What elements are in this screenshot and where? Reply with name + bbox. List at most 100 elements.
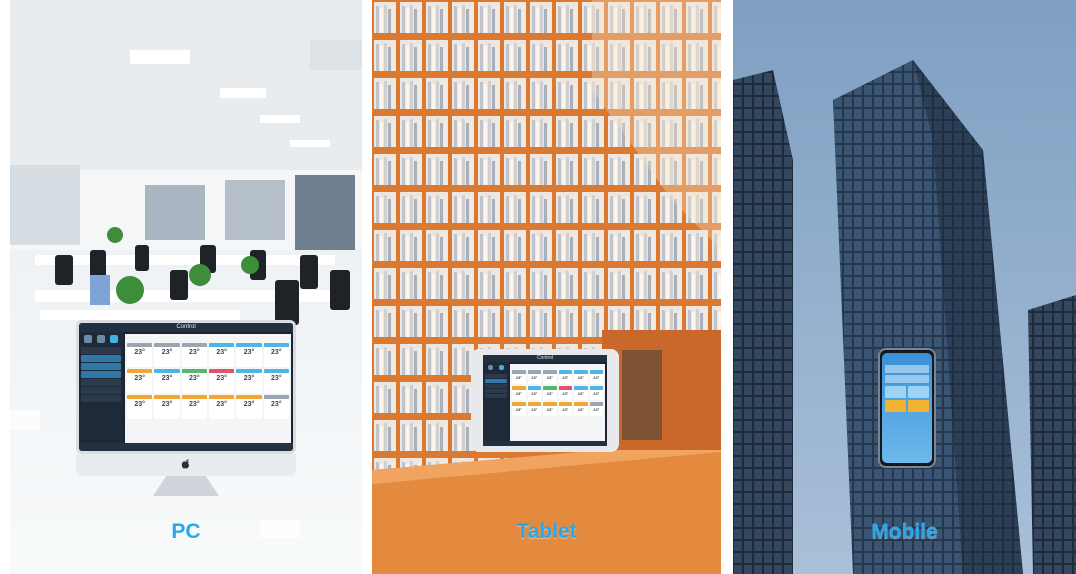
- tablet-panel: Control 23° 23° 23° 23° 23° 23° 23° 23° 23° 23° 23…: [372, 0, 721, 574]
- unit-tile[interactable]: 23°: [236, 343, 262, 367]
- unit-tile[interactable]: 23°: [543, 370, 557, 384]
- unit-temperature: 23°: [593, 375, 600, 380]
- phone-unit-card[interactable]: [908, 400, 929, 412]
- unit-tile[interactable]: 23°: [558, 370, 572, 384]
- unit-temperature: 23°: [271, 349, 282, 356]
- sidebar-item[interactable]: [81, 347, 121, 354]
- unit-tile[interactable]: 23°: [574, 386, 588, 400]
- unit-tile[interactable]: 23°: [543, 402, 557, 416]
- unit-tile[interactable]: 23°: [574, 370, 588, 384]
- phone-unit-card[interactable]: [908, 386, 929, 398]
- unit-temperature: 23°: [562, 407, 569, 412]
- home-icon[interactable]: [488, 365, 493, 370]
- sidebar-item[interactable]: [485, 384, 507, 388]
- sidebar-icon-row: [483, 362, 509, 373]
- sidebar-item[interactable]: [81, 379, 121, 386]
- unit-tile[interactable]: 23°: [181, 343, 207, 367]
- sidebar-icon-row: [79, 332, 123, 346]
- unit-tile[interactable]: 23°: [527, 402, 541, 416]
- sidebar-item[interactable]: [485, 389, 507, 393]
- unit-tile[interactable]: 23°: [543, 386, 557, 400]
- unit-temperature: 23°: [189, 375, 200, 382]
- panel-caption: PC: [171, 520, 201, 543]
- unit-temperature: 23°: [271, 401, 282, 408]
- app-title: Control: [79, 323, 293, 332]
- share-icon[interactable]: [96, 335, 105, 343]
- panel-caption: Tablet: [516, 520, 577, 543]
- unit-tile[interactable]: 23°: [181, 369, 207, 393]
- unit-temperature: 23°: [216, 349, 227, 356]
- device-icon[interactable]: [110, 335, 119, 343]
- unit-tile[interactable]: 23°: [527, 386, 541, 400]
- unit-tile[interactable]: 23°: [589, 386, 603, 400]
- home-icon[interactable]: [83, 335, 92, 343]
- phone-card-grid: [885, 386, 929, 412]
- unit-temperature: 23°: [577, 375, 584, 380]
- unit-tile[interactable]: 23°: [512, 370, 526, 384]
- unit-tile[interactable]: 23°: [558, 386, 572, 400]
- unit-tile[interactable]: 23°: [154, 369, 180, 393]
- unit-tile[interactable]: 23°: [209, 369, 235, 393]
- unit-tile[interactable]: 23°: [589, 370, 603, 384]
- unit-temperature: 23°: [134, 401, 145, 408]
- library-photo: [372, 0, 721, 574]
- unit-tile[interactable]: 23°: [263, 343, 289, 367]
- unit-temperature: 23°: [515, 391, 522, 396]
- phone-list-row[interactable]: [885, 375, 929, 383]
- pc-panel: Control 23° 23° 23° 23° 23° 23° 23° 23° 23° 23° 23…: [10, 0, 362, 574]
- app-title: Control: [483, 355, 607, 362]
- phone-list-row[interactable]: [885, 365, 929, 373]
- sidebar-item[interactable]: [81, 387, 121, 394]
- phone-device: [878, 348, 936, 468]
- sidebar-item[interactable]: [485, 374, 507, 378]
- unit-temperature: 23°: [562, 391, 569, 396]
- unit-tile[interactable]: 23°: [263, 395, 289, 419]
- unit-temperature: 23°: [161, 401, 173, 408]
- unit-tile[interactable]: 23°: [209, 395, 235, 419]
- panel-caption: Mobile: [871, 520, 938, 543]
- tablet-device: Control 23° 23° 23° 23° 23° 23° 23° 23° 23° 23° 23…: [471, 349, 619, 452]
- unit-temperature: 23°: [134, 375, 145, 382]
- unit-tile[interactable]: 23°: [127, 343, 153, 367]
- unit-tile[interactable]: 23°: [558, 402, 572, 416]
- unit-tile[interactable]: 23°: [127, 395, 153, 419]
- unit-temperature: 23°: [546, 375, 553, 380]
- unit-tile[interactable]: 23°: [527, 370, 541, 384]
- sidebar-item[interactable]: [81, 395, 121, 402]
- unit-tile[interactable]: 23°: [127, 369, 153, 393]
- app-sidebar: [79, 332, 123, 443]
- unit-temperature: 23°: [593, 391, 600, 396]
- phone-unit-card[interactable]: [885, 400, 906, 412]
- unit-tile[interactable]: 23°: [512, 402, 526, 416]
- unit-tile[interactable]: 23°: [181, 395, 207, 419]
- unit-tile[interactable]: 23°: [512, 386, 526, 400]
- sidebar-item[interactable]: [81, 371, 121, 378]
- unit-tile[interactable]: 23°: [574, 402, 588, 416]
- device-icon[interactable]: [499, 365, 504, 370]
- app-sidebar: [483, 362, 509, 441]
- unit-temperature: 23°: [161, 375, 173, 382]
- unit-tile[interactable]: 23°: [154, 343, 180, 367]
- unit-temperature: 23°: [216, 401, 227, 408]
- unit-temperature: 23°: [243, 401, 255, 408]
- unit-temperature: 23°: [531, 391, 538, 396]
- unit-tile[interactable]: 23°: [209, 343, 235, 367]
- unit-temperature: 23°: [216, 375, 227, 382]
- unit-tile[interactable]: 23°: [154, 395, 180, 419]
- unit-temperature: 23°: [271, 375, 282, 382]
- app-bottom-bar: [79, 443, 293, 451]
- sidebar-item[interactable]: [485, 394, 507, 398]
- unit-tile[interactable]: 23°: [263, 369, 289, 393]
- sidebar-item[interactable]: [485, 379, 507, 383]
- unit-tile[interactable]: 23°: [236, 395, 262, 419]
- unit-temperature: 23°: [531, 375, 538, 380]
- unit-tile[interactable]: 23°: [236, 369, 262, 393]
- unit-temperature: 23°: [243, 375, 255, 382]
- unit-temperature: 23°: [577, 407, 584, 412]
- unit-tile[interactable]: 23°: [589, 402, 603, 416]
- sidebar-item[interactable]: [81, 363, 121, 370]
- sidebar-item[interactable]: [81, 355, 121, 362]
- unit-temperature: 23°: [546, 407, 553, 412]
- unit-temperature: 23°: [577, 391, 584, 396]
- phone-unit-card[interactable]: [885, 386, 906, 398]
